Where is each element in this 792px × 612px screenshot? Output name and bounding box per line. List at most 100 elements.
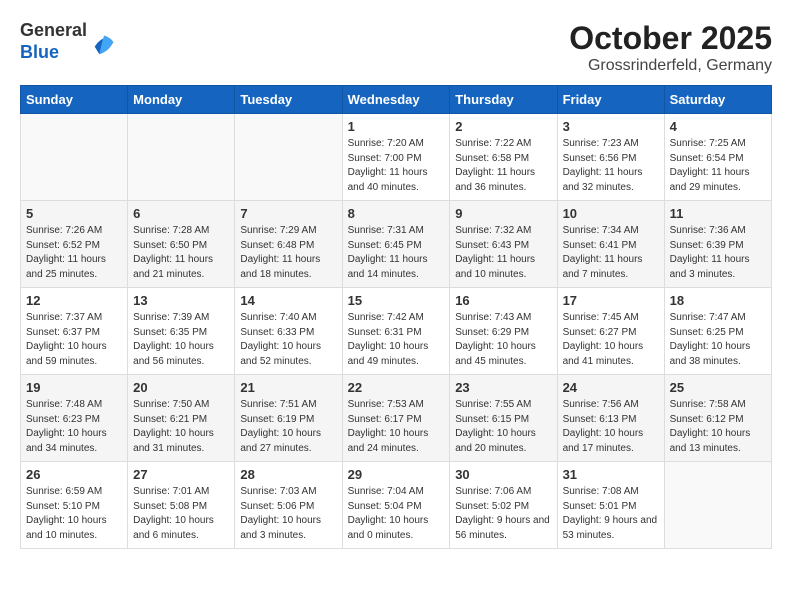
page-header: General Blue October 2025 Grossrinderfel… bbox=[20, 20, 772, 75]
day-info: Sunrise: 7:50 AM Sunset: 6:21 PM Dayligh… bbox=[133, 398, 229, 456]
day-number: 28 bbox=[240, 467, 336, 482]
day-info: Sunrise: 7:08 AM Sunset: 5:01 PM Dayligh… bbox=[563, 485, 659, 543]
calendar-cell: 21 Sunrise: 7:51 AM Sunset: 6:19 PM Dayli… bbox=[235, 375, 342, 462]
day-info: Sunrise: 7:43 AM Sunset: 6:29 PM Dayligh… bbox=[455, 311, 551, 369]
month-title: October 2025 bbox=[569, 20, 772, 57]
day-info: Sunrise: 7:37 AM Sunset: 6:37 PM Dayligh… bbox=[26, 311, 122, 369]
calendar-cell: 15 Sunrise: 7:42 AM Sunset: 6:31 PM Dayli… bbox=[342, 288, 450, 375]
day-info: Sunrise: 7:28 AM Sunset: 6:50 PM Dayligh… bbox=[133, 224, 229, 282]
day-info: Sunrise: 7:58 AM Sunset: 6:12 PM Dayligh… bbox=[670, 398, 766, 456]
day-number: 2 bbox=[455, 119, 551, 134]
calendar-cell: 19Sunrise: 7:48 AM Sunset: 6:23 PM Dayli… bbox=[21, 375, 128, 462]
weekday-header-sunday: Sunday bbox=[21, 86, 128, 114]
day-number: 3 bbox=[563, 119, 659, 134]
day-number: 9 bbox=[455, 206, 551, 221]
calendar-cell: 30Sunrise: 7:06 AM Sunset: 5:02 PM Dayli… bbox=[450, 462, 557, 549]
day-info: Sunrise: 7:04 AM Sunset: 5:04 PM Dayligh… bbox=[348, 485, 445, 543]
day-number: 12 bbox=[26, 293, 122, 308]
day-number: 8 bbox=[348, 206, 445, 221]
calendar-cell: 25 Sunrise: 7:58 AM Sunset: 6:12 PM Dayli… bbox=[664, 375, 771, 462]
day-info: Sunrise: 7:56 AM Sunset: 6:13 PM Dayligh… bbox=[563, 398, 659, 456]
calendar-cell: 9 Sunrise: 7:32 AM Sunset: 6:43 PM Daylig… bbox=[450, 201, 557, 288]
day-info: Sunrise: 7:40 AM Sunset: 6:33 PM Dayligh… bbox=[240, 311, 336, 369]
day-info: Sunrise: 7:25 AM Sunset: 6:54 PM Dayligh… bbox=[670, 137, 766, 195]
day-number: 6 bbox=[133, 206, 229, 221]
day-info: Sunrise: 7:29 AM Sunset: 6:48 PM Dayligh… bbox=[240, 224, 336, 282]
day-number: 31 bbox=[563, 467, 659, 482]
calendar-cell: 31 Sunrise: 7:08 AM Sunset: 5:01 PM Dayli… bbox=[557, 462, 664, 549]
day-info: Sunrise: 7:51 AM Sunset: 6:19 PM Dayligh… bbox=[240, 398, 336, 456]
calendar-week-row: 5 Sunrise: 7:26 AM Sunset: 6:52 PM Daylig… bbox=[21, 201, 772, 288]
day-number: 22 bbox=[348, 380, 445, 395]
weekday-header-tuesday: Tuesday bbox=[235, 86, 342, 114]
day-number: 21 bbox=[240, 380, 336, 395]
calendar-cell: 3Sunrise: 7:23 AM Sunset: 6:56 PM Daylig… bbox=[557, 114, 664, 201]
day-number: 11 bbox=[670, 206, 766, 221]
location: Grossrinderfeld, Germany bbox=[569, 57, 772, 75]
calendar-cell: 16 Sunrise: 7:43 AM Sunset: 6:29 PM Dayli… bbox=[450, 288, 557, 375]
day-number: 16 bbox=[455, 293, 551, 308]
calendar-cell: 8 Sunrise: 7:31 AM Sunset: 6:45 PM Daylig… bbox=[342, 201, 450, 288]
day-number: 26 bbox=[26, 467, 122, 482]
day-number: 27 bbox=[133, 467, 229, 482]
day-info: Sunrise: 7:32 AM Sunset: 6:43 PM Dayligh… bbox=[455, 224, 551, 282]
weekday-header-saturday: Saturday bbox=[664, 86, 771, 114]
day-info: Sunrise: 7:31 AM Sunset: 6:45 PM Dayligh… bbox=[348, 224, 445, 282]
calendar-cell bbox=[21, 114, 128, 201]
calendar-cell: 27 Sunrise: 7:01 AM Sunset: 5:08 PM Dayli… bbox=[128, 462, 235, 549]
weekday-header-wednesday: Wednesday bbox=[342, 86, 450, 114]
calendar-cell: 5 Sunrise: 7:26 AM Sunset: 6:52 PM Daylig… bbox=[21, 201, 128, 288]
day-info: Sunrise: 6:59 AM Sunset: 5:10 PM Dayligh… bbox=[26, 485, 122, 543]
day-number: 29 bbox=[348, 467, 445, 482]
day-number: 18 bbox=[670, 293, 766, 308]
day-info: Sunrise: 7:03 AM Sunset: 5:06 PM Dayligh… bbox=[240, 485, 336, 543]
calendar-cell: 13Sunrise: 7:39 AM Sunset: 6:35 PM Dayli… bbox=[128, 288, 235, 375]
day-number: 10 bbox=[563, 206, 659, 221]
calendar-cell: 4 Sunrise: 7:25 AM Sunset: 6:54 PM Daylig… bbox=[664, 114, 771, 201]
calendar-cell: 6 Sunrise: 7:28 AM Sunset: 6:50 PM Daylig… bbox=[128, 201, 235, 288]
calendar-cell: 20 Sunrise: 7:50 AM Sunset: 6:21 PM Dayli… bbox=[128, 375, 235, 462]
day-number: 15 bbox=[348, 293, 445, 308]
day-number: 19 bbox=[26, 380, 122, 395]
logo-blue: Blue bbox=[20, 42, 59, 62]
calendar-cell: 10 Sunrise: 7:34 AM Sunset: 6:41 PM Dayli… bbox=[557, 201, 664, 288]
calendar-table: SundayMondayTuesdayWednesdayThursdayFrid… bbox=[20, 85, 772, 549]
calendar-week-row: 19Sunrise: 7:48 AM Sunset: 6:23 PM Dayli… bbox=[21, 375, 772, 462]
calendar-cell: 29 Sunrise: 7:04 AM Sunset: 5:04 PM Dayli… bbox=[342, 462, 450, 549]
weekday-header-monday: Monday bbox=[128, 86, 235, 114]
calendar-cell: 7 Sunrise: 7:29 AM Sunset: 6:48 PM Daylig… bbox=[235, 201, 342, 288]
day-number: 4 bbox=[670, 119, 766, 134]
calendar-week-row: 26 Sunrise: 6:59 AM Sunset: 5:10 PM Dayli… bbox=[21, 462, 772, 549]
calendar-cell: 22 Sunrise: 7:53 AM Sunset: 6:17 PM Dayli… bbox=[342, 375, 450, 462]
day-info: Sunrise: 7:39 AM Sunset: 6:35 PM Dayligh… bbox=[133, 311, 229, 369]
calendar-cell: 17Sunrise: 7:45 AM Sunset: 6:27 PM Dayli… bbox=[557, 288, 664, 375]
day-info: Sunrise: 7:42 AM Sunset: 6:31 PM Dayligh… bbox=[348, 311, 445, 369]
logo-icon bbox=[90, 28, 118, 56]
day-number: 7 bbox=[240, 206, 336, 221]
calendar-cell: 18 Sunrise: 7:47 AM Sunset: 6:25 PM Dayli… bbox=[664, 288, 771, 375]
calendar-cell: 26 Sunrise: 6:59 AM Sunset: 5:10 PM Dayli… bbox=[21, 462, 128, 549]
weekday-header-friday: Friday bbox=[557, 86, 664, 114]
calendar-week-row: 12 Sunrise: 7:37 AM Sunset: 6:37 PM Dayli… bbox=[21, 288, 772, 375]
day-number: 20 bbox=[133, 380, 229, 395]
day-info: Sunrise: 7:06 AM Sunset: 5:02 PM Dayligh… bbox=[455, 485, 551, 543]
day-number: 25 bbox=[670, 380, 766, 395]
day-info: Sunrise: 7:01 AM Sunset: 5:08 PM Dayligh… bbox=[133, 485, 229, 543]
day-info: Sunrise: 7:47 AM Sunset: 6:25 PM Dayligh… bbox=[670, 311, 766, 369]
day-info: Sunrise: 7:34 AM Sunset: 6:41 PM Dayligh… bbox=[563, 224, 659, 282]
calendar-cell bbox=[128, 114, 235, 201]
calendar-cell bbox=[664, 462, 771, 549]
calendar-cell: 11Sunrise: 7:36 AM Sunset: 6:39 PM Dayli… bbox=[664, 201, 771, 288]
day-number: 17 bbox=[563, 293, 659, 308]
day-number: 5 bbox=[26, 206, 122, 221]
day-number: 1 bbox=[348, 119, 445, 134]
weekday-header-thursday: Thursday bbox=[450, 86, 557, 114]
title-block: October 2025 Grossrinderfeld, Germany bbox=[569, 20, 772, 75]
calendar-cell: 12 Sunrise: 7:37 AM Sunset: 6:37 PM Dayli… bbox=[21, 288, 128, 375]
day-info: Sunrise: 7:53 AM Sunset: 6:17 PM Dayligh… bbox=[348, 398, 445, 456]
day-info: Sunrise: 7:26 AM Sunset: 6:52 PM Dayligh… bbox=[26, 224, 122, 282]
calendar-week-row: 1Sunrise: 7:20 AM Sunset: 7:00 PM Daylig… bbox=[21, 114, 772, 201]
logo-text: General Blue bbox=[20, 20, 87, 63]
calendar-cell bbox=[235, 114, 342, 201]
calendar-cell: 14Sunrise: 7:40 AM Sunset: 6:33 PM Dayli… bbox=[235, 288, 342, 375]
